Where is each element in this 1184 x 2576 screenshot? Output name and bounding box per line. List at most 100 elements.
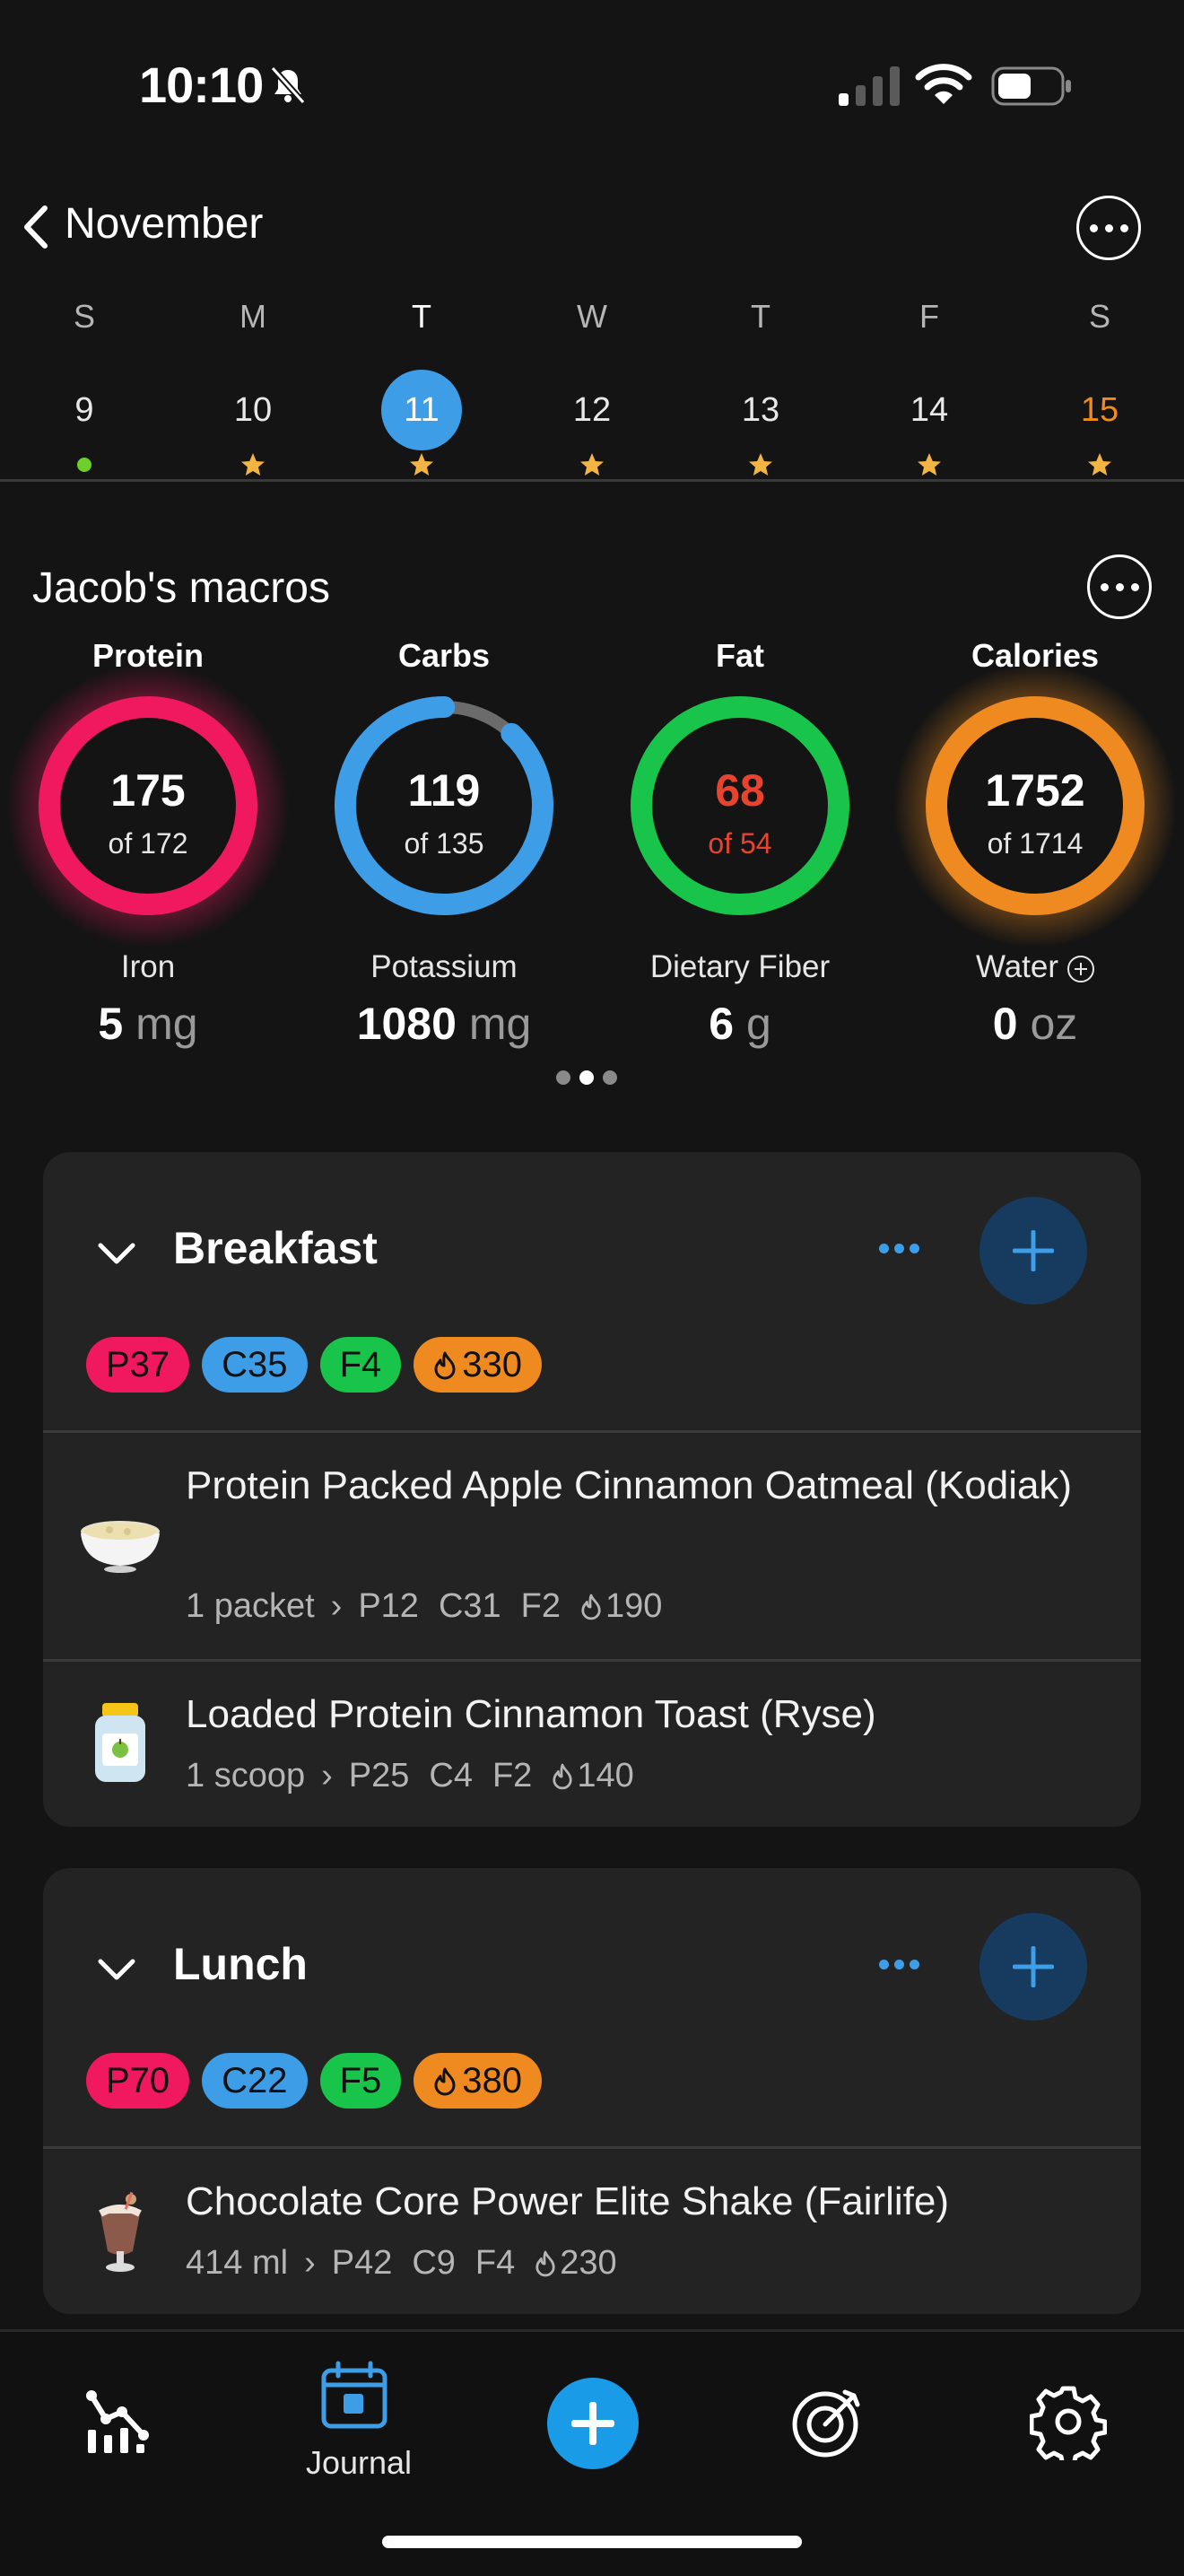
tab-journal-calendar-icon[interactable]: [320, 2360, 388, 2432]
food-entry[interactable]: Loaded Protein Cinnamon Toast (Ryse) 1 sc…: [43, 1659, 1141, 1827]
micro-unit: oz: [1030, 999, 1078, 1049]
weekday-label: S: [1088, 298, 1110, 335]
micro-label-text: Iron: [120, 949, 176, 984]
tab-settings-gear-icon[interactable]: [1030, 2383, 1107, 2460]
food-carbs: C31: [438, 1587, 501, 1625]
food-name: Loaded Protein Cinnamon Toast (Ryse): [186, 1692, 876, 1736]
food-calories: 230: [560, 2244, 617, 2282]
page-indicator[interactable]: [556, 1070, 617, 1085]
meal-card-breakfast: Breakfast P37 C35 F4 330 Protein Packed Apple…: [43, 1152, 1141, 1827]
cell-signal-icon: [839, 66, 900, 106]
day-10[interactable]: 10: [213, 370, 293, 450]
food-protein: P42: [331, 2244, 393, 2282]
tab-goals-target-icon[interactable]: [789, 2385, 865, 2460]
weekday-label: T: [751, 298, 770, 335]
micro-unit: g: [745, 999, 771, 1049]
food-fat: F4: [474, 2244, 516, 2282]
ring-carbs-target: of 135: [404, 827, 484, 860]
chevron-right-icon: ›: [304, 2244, 316, 2282]
day-12[interactable]: 12: [552, 370, 632, 450]
star-icon: [404, 449, 440, 481]
day-15[interactable]: 15: [1059, 370, 1140, 450]
food-details: 1 scoop › P25 C4 F2 140: [186, 1757, 634, 1795]
fat-pill: F5: [319, 2053, 402, 2109]
ring-protein-value: 175: [110, 765, 186, 816]
star-icon: [911, 449, 947, 481]
food-details: 1 packet › P12 C31 F2 190: [186, 1587, 662, 1626]
meal-macro-pills: P37 C35 F4 330: [86, 1337, 542, 1393]
weekday-label: T: [412, 298, 431, 335]
tab-journal-label[interactable]: Journal: [269, 2444, 448, 2482]
star-icon: [574, 449, 610, 481]
ring-protein-label: Protein: [91, 637, 204, 674]
chevron-down-icon[interactable]: [97, 1956, 136, 1983]
micro-potassium-value: 1080 mg: [309, 998, 579, 1050]
food-protein: P12: [358, 1587, 419, 1625]
bell-muted-icon: [270, 65, 306, 105]
calories-pill-value: 380: [462, 2061, 522, 2100]
add-water-icon[interactable]: [1067, 955, 1095, 982]
ring-fat-value: 68: [715, 765, 765, 816]
chevron-right-icon: ›: [330, 1587, 343, 1625]
calories-flame-icon: [553, 1763, 572, 1790]
divider: [0, 479, 1184, 482]
food-details: 414 ml › P42 C9 F4 230: [186, 2244, 617, 2283]
meal-name[interactable]: Breakfast: [173, 1222, 378, 1274]
ring-fat-target: of 54: [708, 827, 772, 860]
month-title[interactable]: November: [65, 199, 263, 249]
add-food-button[interactable]: [979, 1197, 1087, 1305]
day-13[interactable]: 13: [720, 370, 801, 450]
food-entry[interactable]: Chocolate Core Power Elite Shake (Fairli…: [43, 2146, 1141, 2314]
add-food-button[interactable]: [979, 1913, 1087, 2021]
micro-water-label[interactable]: Water: [901, 949, 1170, 985]
ring-calories-target: of 1714: [987, 827, 1084, 860]
oatmeal-bowl-icon: [75, 1492, 165, 1582]
star-icon: [743, 449, 779, 481]
micro-potassium-label: Potassium: [309, 949, 579, 985]
meal-header: Breakfast P37 C35 F4 330: [43, 1152, 1141, 1430]
meal-name[interactable]: Lunch: [173, 1938, 308, 1990]
serving-size: 414 ml: [186, 2244, 289, 2282]
logged-dot-icon: [66, 449, 102, 481]
calories-pill: 380: [414, 2053, 542, 2109]
calendar-more-button[interactable]: [1076, 196, 1141, 260]
food-name: Chocolate Core Power Elite Shake (Fairli…: [186, 2179, 950, 2223]
ring-fat-label: Fat: [716, 637, 764, 674]
protein-pill: P70: [86, 2053, 190, 2109]
food-protein: P25: [348, 1757, 410, 1794]
meal-card-lunch: Lunch P70 C22 F5 380 Chocolate Core Power Eli…: [43, 1868, 1141, 2314]
micro-iron-value: 5 mg: [13, 998, 283, 1050]
meal-more-button[interactable]: [879, 1244, 919, 1253]
micro-water-value: 0 oz: [901, 998, 1170, 1050]
carbs-pill: C35: [202, 1337, 308, 1393]
tab-stats-icon[interactable]: [83, 2385, 154, 2457]
star-icon: [235, 449, 271, 481]
day-14[interactable]: 14: [889, 370, 970, 450]
tab-add-icon[interactable]: [547, 2378, 639, 2469]
carbs-pill: C22: [202, 2053, 308, 2109]
star-icon: [1082, 449, 1118, 481]
status-time: 10:10: [139, 57, 264, 113]
day-11[interactable]: 11: [381, 370, 462, 450]
weekday-label: W: [577, 298, 607, 335]
meal-more-button[interactable]: [879, 1960, 919, 1969]
macros-more-button[interactable]: [1087, 554, 1152, 619]
wifi-icon: [915, 64, 972, 104]
food-fat: F2: [492, 1757, 533, 1794]
ring-calories-value: 1752: [985, 765, 1085, 816]
micro-amount: 0: [992, 999, 1018, 1049]
home-indicator: [382, 2536, 802, 2548]
food-calories: 140: [577, 1757, 634, 1794]
serving-size: 1 packet: [186, 1587, 315, 1625]
food-entry[interactable]: Protein Packed Apple Cinnamon Oatmeal (K…: [43, 1430, 1141, 1659]
chevron-down-icon[interactable]: [97, 1240, 136, 1267]
chevron-left-icon[interactable]: [20, 203, 52, 251]
food-carbs: C4: [429, 1757, 473, 1794]
day-9[interactable]: 9: [44, 370, 125, 450]
calories-flame-icon: [434, 2067, 456, 2096]
weekday-label: S: [73, 298, 95, 335]
calories-flame-icon: [434, 1351, 456, 1380]
micro-amount: 6: [709, 999, 735, 1049]
more-icon: [1089, 223, 1128, 232]
protein-pill: P37: [86, 1337, 190, 1393]
